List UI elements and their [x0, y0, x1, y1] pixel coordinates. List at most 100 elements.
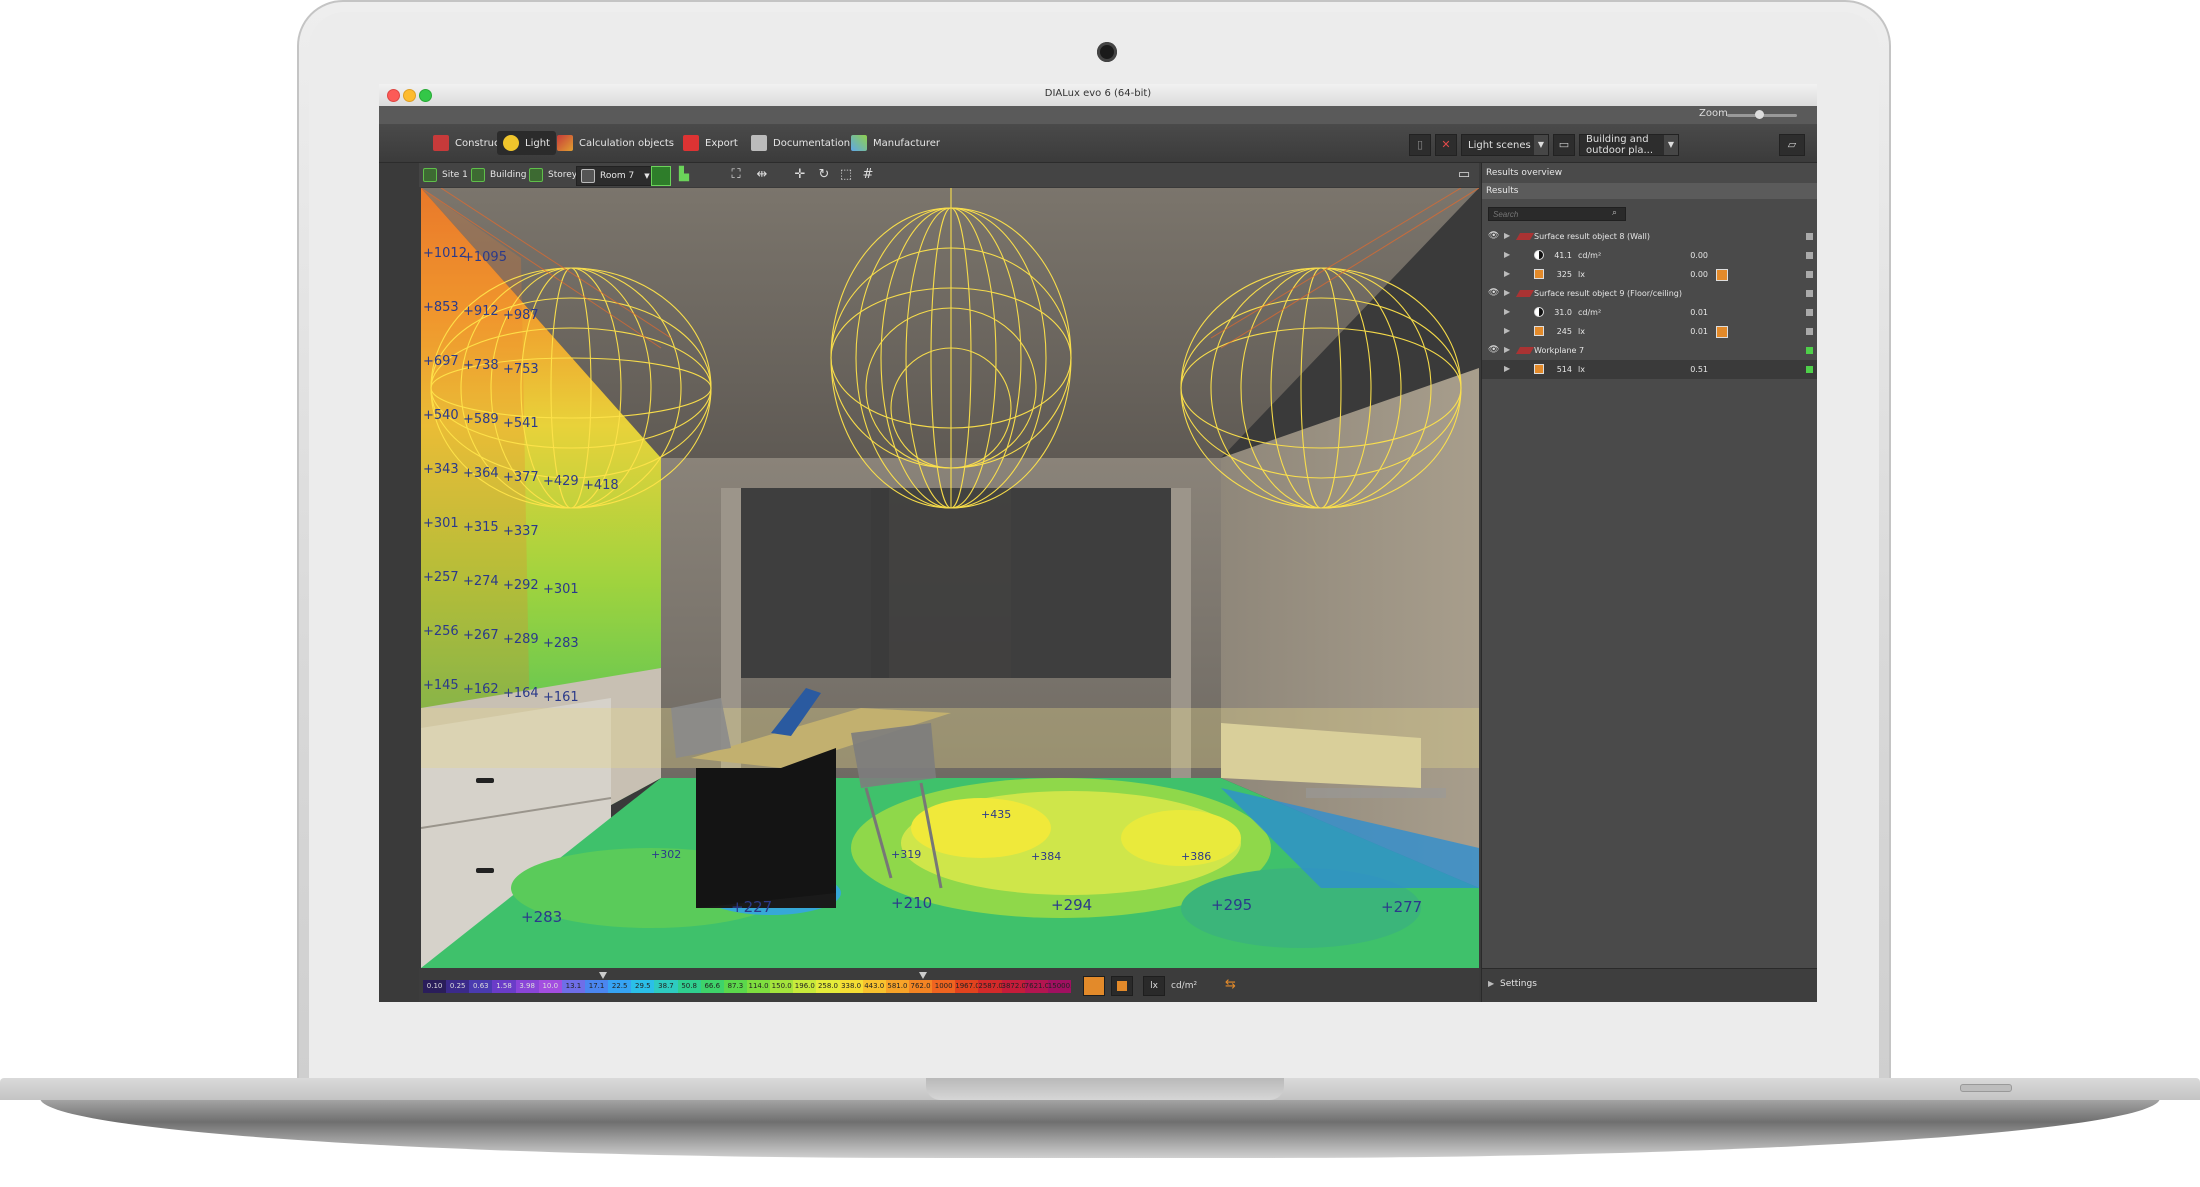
results-header[interactable]: Results	[1482, 183, 1817, 199]
scale-step: 10.0	[538, 980, 562, 993]
delete-button[interactable]: ✕	[1435, 134, 1457, 156]
chevron-down-icon: ▼	[1534, 135, 1548, 155]
chevron-down-icon: ▼	[644, 172, 650, 180]
zoom-slider-handle[interactable]	[1755, 110, 1764, 119]
scale-step: 0.10	[423, 980, 447, 993]
window-title: DIALux evo 6 (64-bit)	[1044, 88, 1152, 99]
laptop-base-shadow	[40, 1098, 2160, 1158]
expand-icon[interactable]: ▶	[1504, 288, 1510, 297]
scale-step: 13.1	[561, 980, 585, 993]
search-icon[interactable]: ⌕	[1612, 208, 1624, 220]
expand-icon[interactable]: ▶	[1504, 326, 1510, 335]
eye-icon[interactable]: 👁	[1488, 346, 1500, 355]
wall-value-label: +315	[463, 520, 499, 535]
expand-icon[interactable]: ▶	[1504, 250, 1510, 259]
scale-step: 3.98	[515, 980, 539, 993]
menu-manufacturer[interactable]: Manufacturer	[845, 131, 946, 155]
view-mode-select[interactable]: Building and outdoor pla... ▼	[1579, 134, 1679, 156]
status-square	[1806, 328, 1813, 335]
pan-icon[interactable]: ✛	[791, 166, 809, 184]
zoom-bar: Zoom	[379, 106, 1817, 124]
menu-calculation-objects[interactable]: Calculation objects	[551, 131, 680, 155]
breadcrumb-building[interactable]: Building 1	[471, 166, 535, 184]
result-row-wall[interactable]: 👁 ▶ Surface result object 8 (Wall)	[1482, 227, 1817, 246]
breadcrumb-room-label: Room 7	[600, 171, 635, 181]
laptop-led	[1960, 1084, 2012, 1092]
expand-icon[interactable]: ▶	[1504, 364, 1510, 373]
eye-icon[interactable]: 👁	[1488, 232, 1500, 241]
color-swatch[interactable]	[1716, 269, 1728, 281]
wall-value-label: +364	[463, 466, 499, 481]
scale-steps-button[interactable]	[1111, 976, 1133, 996]
result-row-workplane[interactable]: 👁 ▶ Workplane 7	[1482, 341, 1817, 360]
scale-step: 50.8	[677, 980, 701, 993]
wall-value-label: +292	[503, 578, 539, 593]
expand-icon[interactable]: ▶	[1504, 307, 1510, 316]
filled-view-button[interactable]	[651, 166, 671, 186]
scale-step: 581.0	[885, 980, 909, 993]
room-icon	[581, 169, 595, 183]
breadcrumb-room[interactable]: Room 7 ▼	[576, 166, 655, 186]
menu-export[interactable]: Export	[677, 131, 744, 155]
scale-step: 114.0	[746, 980, 771, 993]
rotate-icon[interactable]: ↻	[815, 166, 833, 184]
scale-step: 87.3	[723, 980, 747, 993]
menu-light[interactable]: Light	[497, 131, 556, 155]
result-row-floor[interactable]: 👁 ▶ Surface result object 9 (Floor/ceili…	[1482, 284, 1817, 303]
breadcrumb-site[interactable]: Site 1	[423, 166, 468, 184]
expand-icon[interactable]: ▶	[1504, 231, 1510, 240]
status-square	[1806, 309, 1813, 316]
select-icon[interactable]: ⬚	[837, 166, 855, 184]
result-row-floor-illuminance[interactable]: ▶ 245 lx 0.01	[1482, 322, 1817, 341]
result-unit: lx	[1578, 365, 1585, 374]
menu-manufacturer-label: Manufacturer	[873, 137, 940, 149]
light-scenes-value: Light scenes 1	[1468, 139, 1541, 151]
corner-view-button[interactable]: ▙	[675, 166, 693, 184]
result-row-wall-luminance[interactable]: ▶ 41.1 cd/m² 0.00	[1482, 246, 1817, 265]
scale-step: 338.0	[839, 980, 863, 993]
wall-value-label: +337	[503, 524, 539, 539]
result-row-wall-illuminance[interactable]: ▶ 325 lx 0.00	[1482, 265, 1817, 284]
breadcrumb-site-label: Site 1	[442, 170, 468, 180]
monitor-button[interactable]: ▭	[1553, 134, 1575, 156]
display-icon[interactable]: ▭	[1455, 166, 1473, 184]
expand-icon[interactable]: ▶	[1488, 979, 1494, 988]
app-window: DIALux evo 6 (64-bit) Zoom Construction …	[379, 84, 1817, 1002]
false-color-scale[interactable]: 0.10 0.25 0.63 1.58 3.98 10.0 13.1 17.1 22.5 29.5…	[423, 980, 1071, 993]
wall-value-label: +343	[423, 462, 459, 477]
color-swatch[interactable]	[1716, 326, 1728, 338]
settings-section[interactable]: ▶ Settings	[1482, 968, 1817, 1002]
result-unit: lx	[1578, 327, 1585, 336]
search-input[interactable]	[1488, 207, 1626, 221]
scale-max-handle[interactable]	[919, 972, 927, 979]
light-scenes-select[interactable]: Light scenes 1 ▼	[1461, 134, 1549, 156]
3d-viewport[interactable]: +1012 +1095 +853 +912 +987 +697 +738 +753 +540 +5…	[421, 188, 1479, 968]
menu-documentation[interactable]: Documentation	[745, 131, 856, 155]
scale-gradient-button[interactable]	[1083, 976, 1105, 996]
wall-value-label: +429	[543, 474, 579, 489]
result-ratio: 0.00	[1690, 251, 1708, 260]
camera-icon	[1097, 42, 1117, 62]
plan-view-button[interactable]: ▱	[1779, 134, 1805, 156]
scale-min-handle[interactable]	[599, 972, 607, 979]
fit-view-button[interactable]: ⛶	[727, 166, 745, 184]
expand-icon[interactable]: ▶	[1504, 269, 1510, 278]
scale-step: 0.63	[469, 980, 493, 993]
result-row-floor-luminance[interactable]: ▶ 31.0 cd/m² 0.01	[1482, 303, 1817, 322]
result-value: 245	[1556, 327, 1572, 336]
menu-calculation-objects-label: Calculation objects	[579, 137, 674, 149]
result-value: 325	[1556, 270, 1572, 279]
unit-lx-button[interactable]: lx	[1143, 976, 1165, 996]
result-row-workplane-illuminance[interactable]: ▶ 514 lx 0.51	[1482, 360, 1817, 379]
swap-icon[interactable]: ⇆	[1225, 977, 1236, 992]
scale-step: 7621.0	[1024, 980, 1048, 993]
legend-bar: 0.10 0.25 0.63 1.58 3.98 10.0 13.1 17.1 22.5 29.5…	[419, 968, 1479, 1002]
unit-cd-label[interactable]: cd/m²	[1171, 981, 1197, 991]
settings-label: Settings	[1500, 979, 1537, 989]
scale-step: 1967.0	[955, 980, 979, 993]
expand-icon[interactable]: ▶	[1504, 345, 1510, 354]
grid-icon[interactable]: #	[859, 166, 877, 184]
eye-icon[interactable]: 👁	[1488, 289, 1500, 298]
paste-button[interactable]: ▯	[1409, 134, 1431, 156]
measure-button[interactable]: ⇹	[753, 166, 771, 184]
